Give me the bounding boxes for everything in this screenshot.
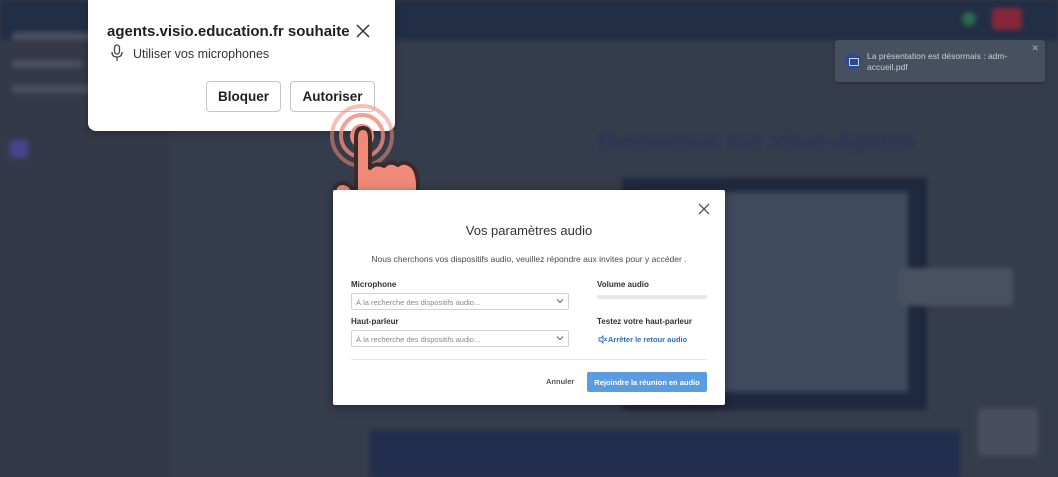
join-audio-button[interactable]: Rejoindre la réunion en audio (587, 372, 707, 392)
speaker-icon (598, 335, 607, 344)
volume-meter (597, 295, 707, 299)
speaker-label: Haut-parleur (351, 317, 399, 326)
chevron-down-icon (556, 336, 564, 341)
toast-close-icon[interactable]: ✕ (1031, 43, 1039, 54)
cancel-button[interactable]: Annuler (546, 377, 574, 386)
presentation-toast: La présentation est désormais : adm-accu… (835, 40, 1045, 82)
modal-description: Nous cherchons vos dispositifs audio, ve… (371, 254, 687, 264)
speaker-test-label: Testez votre haut-parleur (597, 317, 692, 326)
speaker-select-value: À la recherche des dispositifs audio... (356, 335, 481, 344)
microphone-select[interactable]: À la recherche des dispositifs audio... (351, 293, 569, 310)
permission-site: agents.visio.education.fr souhaite (107, 23, 350, 40)
modal-title: Vos paramètres audio (465, 223, 593, 238)
close-icon[interactable] (697, 202, 711, 216)
stop-audio-feedback-label: Arrêter le retour audio (608, 335, 688, 344)
close-icon[interactable] (354, 22, 372, 40)
audio-settings-modal: Vos paramètres audio Nous cherchons vos … (333, 190, 725, 405)
microphone-select-value: À la recherche des dispositifs audio... (356, 298, 481, 307)
microphone-label: Microphone (351, 280, 397, 289)
block-button[interactable]: Bloquer (206, 81, 281, 112)
speaker-select[interactable]: À la recherche des dispositifs audio... (351, 330, 569, 347)
permission-request: Utiliser vos microphones (133, 47, 270, 61)
divider (351, 359, 707, 360)
stop-audio-feedback-link[interactable]: Arrêter le retour audio (598, 335, 688, 344)
microphone-icon (111, 44, 123, 61)
presentation-icon (845, 53, 861, 69)
volume-label: Volume audio (597, 280, 649, 289)
toast-message: La présentation est désormais : adm-accu… (867, 51, 1008, 72)
chevron-down-icon (556, 299, 564, 304)
